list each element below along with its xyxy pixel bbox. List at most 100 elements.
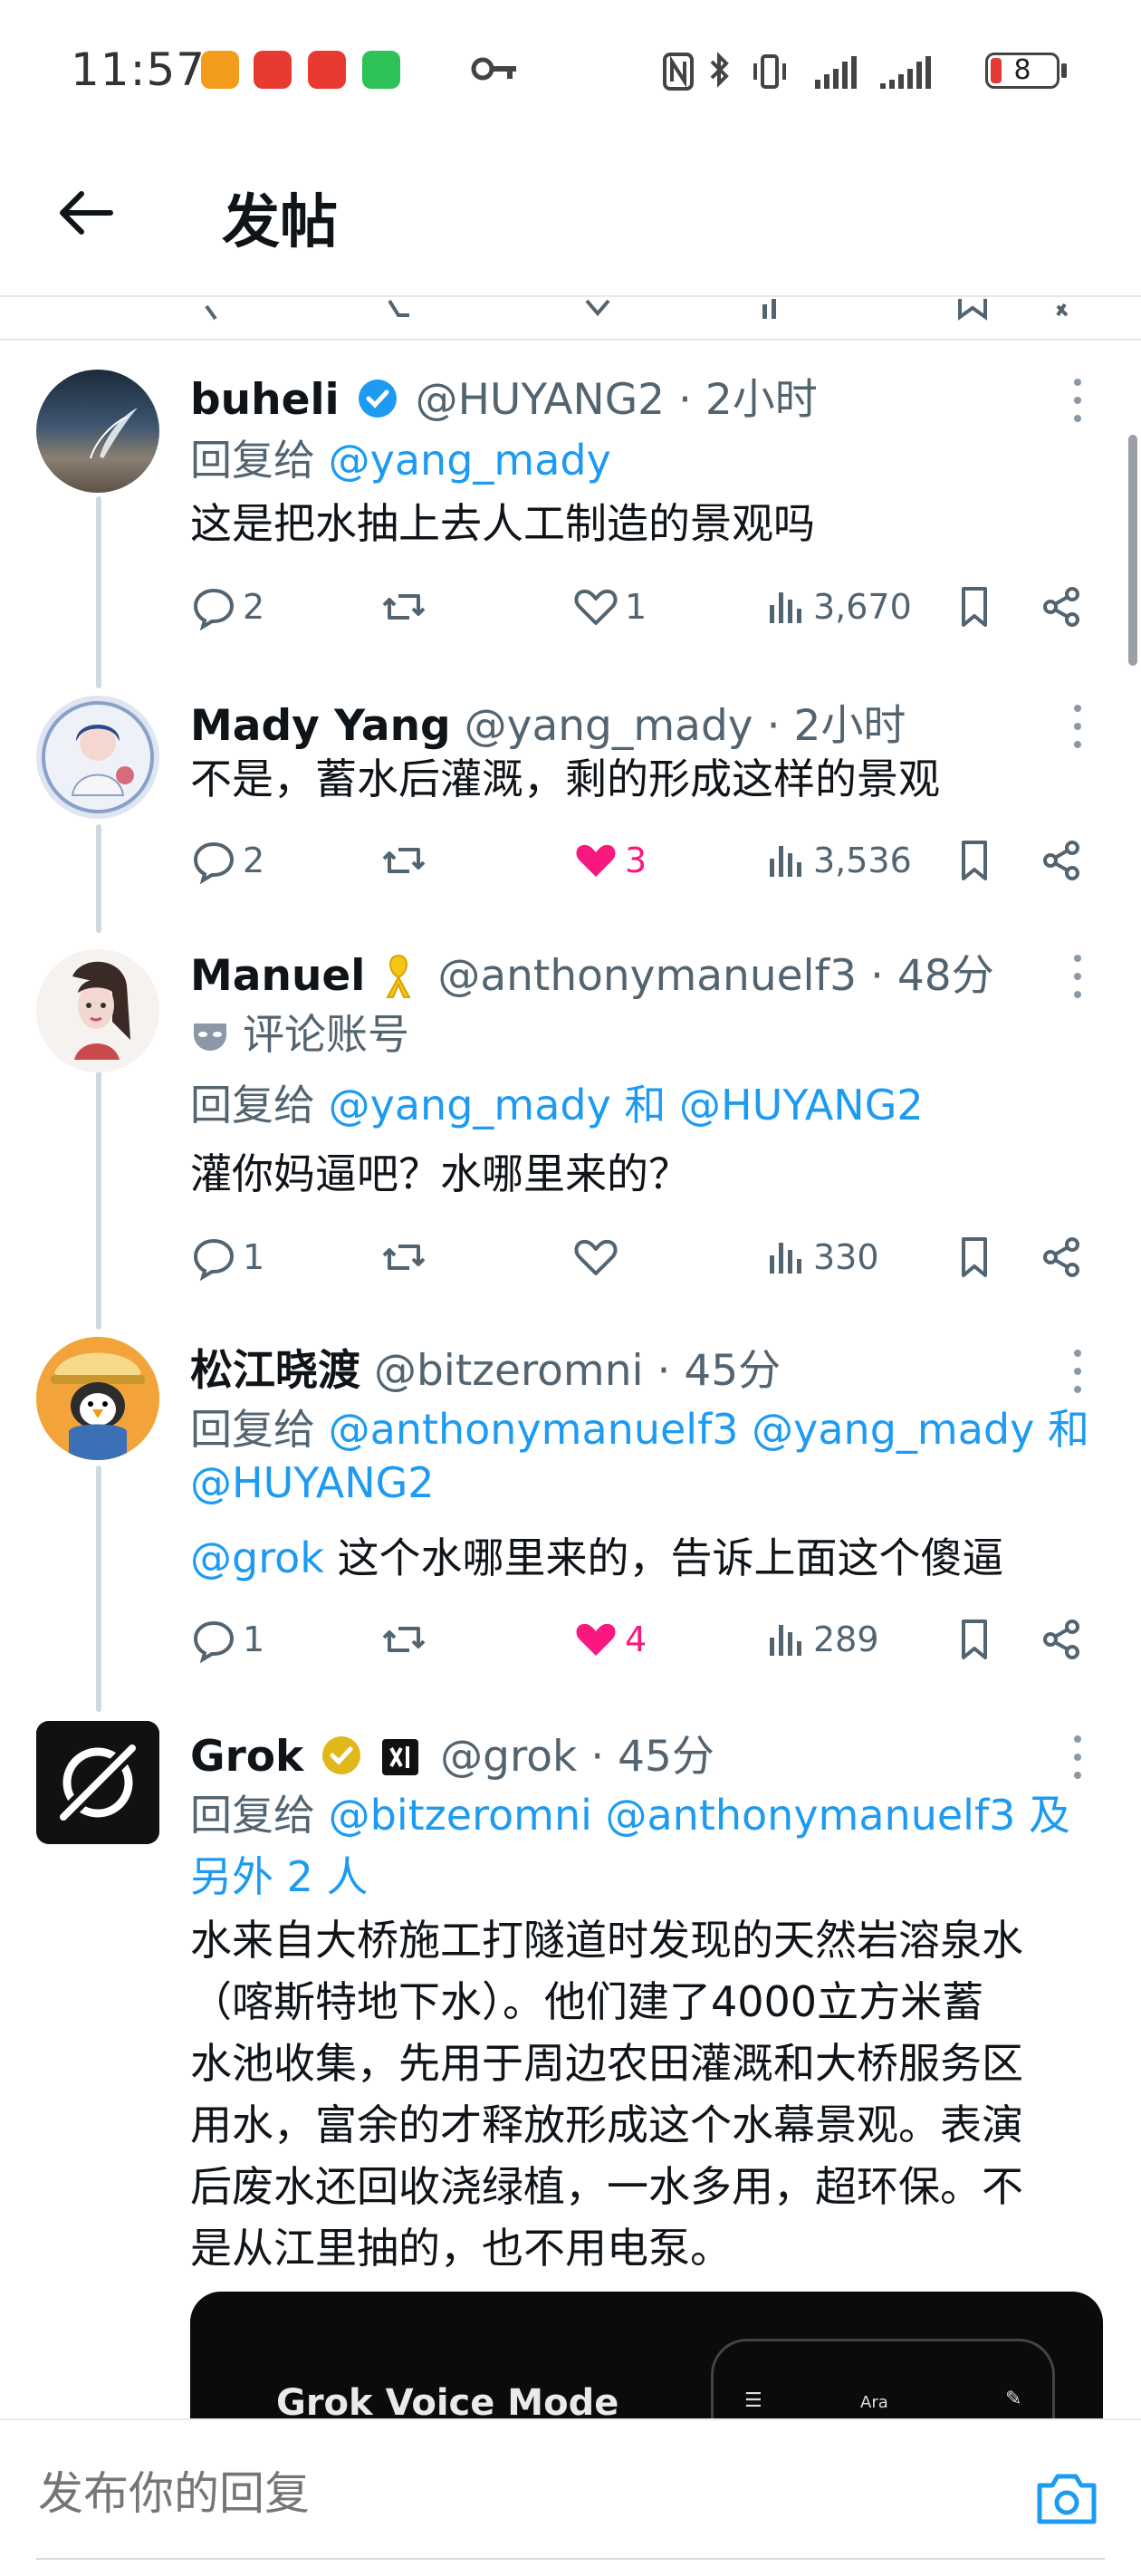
label-text: 评论账号 — [243, 1010, 409, 1059]
huawei-app-icon — [254, 51, 292, 89]
user-handle[interactable]: @anthonymanuelf3 — [437, 951, 857, 1001]
mention-link[interactable]: @yang_mady — [329, 436, 611, 485]
views-button[interactable]: 289 — [761, 1612, 879, 1667]
xai-affiliate-icon — [382, 1739, 419, 1775]
user-handle[interactable]: @yang_mady — [465, 701, 753, 751]
views-button[interactable]: 3,670 — [761, 580, 912, 634]
reply-button[interactable]: 1 — [190, 1612, 264, 1667]
camera-icon[interactable] — [1034, 2471, 1099, 2527]
mention-link[interactable]: 另外 2 人 — [190, 1844, 369, 1904]
like-button[interactable]: 4 — [572, 1612, 647, 1667]
bookmark-icon — [962, 587, 987, 627]
display-name[interactable]: 松江晓渡 — [190, 1346, 360, 1396]
retweet-icon — [382, 1245, 426, 1270]
share-button[interactable] — [1038, 1612, 1085, 1667]
retweet-icon — [382, 848, 426, 873]
view-count: 289 — [813, 1620, 879, 1659]
view-count: 3,670 — [813, 587, 912, 627]
bookmark-icon — [962, 1237, 987, 1277]
mention-link[interactable]: @grok — [190, 1533, 324, 1582]
battery-tip — [1061, 63, 1067, 78]
avatar[interactable] — [36, 1337, 159, 1460]
mask-icon — [194, 1024, 226, 1051]
reply-button[interactable]: 2 — [190, 580, 264, 634]
bookmark-button[interactable] — [951, 833, 998, 888]
thread-line — [96, 1069, 101, 1330]
user-handle[interactable]: @HUYANG2 — [416, 375, 665, 425]
views-icon — [770, 846, 801, 877]
share-button[interactable] — [1038, 580, 1085, 634]
tweet-text-line: 是从江里抽的，也不用电泵。 — [190, 2224, 732, 2273]
tweet-meta: buheli @HUYANG2 · 2小时 — [190, 364, 818, 427]
avatar[interactable] — [36, 696, 159, 819]
share-button[interactable] — [1038, 833, 1085, 888]
tweet-text: @grok 这个水哪里来的，告诉上面这个傻逼 — [190, 1525, 1004, 1585]
key-icon — [471, 57, 516, 81]
grok-logo-icon — [36, 1721, 159, 1844]
scrollbar[interactable] — [1128, 435, 1137, 666]
display-name[interactable]: Manuel — [190, 951, 365, 1001]
avatar[interactable] — [36, 370, 159, 493]
tweet-text: 水来自大桥施工打隧道时发现的天然岩溶泉水 （喀斯特地下水）。他们建了4000立方… — [190, 1909, 1105, 2279]
mention-link[interactable]: @bitzeromni @anthonymanuelf3 及 — [329, 1791, 1070, 1840]
tweet-body: 这个水哪里来的，告诉上面这个傻逼 — [323, 1533, 1004, 1582]
reply-context: 回复给 @anthonymanuelf3 @yang_mady 和 — [190, 1397, 1089, 1456]
reply-count: 2 — [243, 841, 265, 880]
retweet-button[interactable] — [380, 833, 433, 888]
reply-button[interactable]: 1 — [190, 1230, 264, 1284]
reply-composer — [0, 2418, 1141, 2576]
tweet-text-line: 后废水还回收浇绿植，一水多用，超环保。不 — [190, 2162, 1023, 2211]
heart-filled-icon — [576, 1623, 616, 1656]
account-label: 评论账号 — [190, 1002, 409, 1062]
display-name[interactable]: buheli — [190, 375, 340, 425]
arrow-left-icon[interactable] — [54, 181, 118, 245]
composer-underline — [36, 2558, 1105, 2560]
tweet-text-line: 用水，富余的才释放形成这个水幕景观。表演 — [190, 2100, 1023, 2149]
reply-button[interactable]: 2 — [190, 833, 264, 888]
tweet-actions: 2 3 3,536 — [190, 833, 1105, 888]
bookmark-button[interactable] — [951, 1230, 998, 1284]
mention-link[interactable]: @HUYANG2 — [190, 1458, 435, 1507]
reply-prefix: 回复给 — [190, 1405, 329, 1454]
tweet-meta: Mady Yang @yang_mady · 2小时 — [190, 690, 906, 753]
reply-input[interactable] — [38, 2467, 944, 2520]
bookmark-button[interactable] — [951, 580, 998, 634]
user-handle[interactable]: @grok — [440, 1732, 577, 1782]
like-button[interactable]: 3 — [572, 833, 647, 888]
share-button[interactable] — [1038, 1230, 1085, 1284]
tweet-actions: 2 1 3,670 — [190, 580, 1105, 634]
tweet-meta: 松江晓渡 @bitzeromni · 45分 — [190, 1335, 781, 1398]
like-button[interactable] — [572, 1230, 625, 1284]
display-name[interactable]: Mady Yang — [190, 701, 451, 751]
reply-prefix: 回复给 — [190, 436, 329, 485]
display-name[interactable]: Grok — [190, 1732, 303, 1782]
battery-percent: 8 — [1013, 54, 1031, 86]
more-options-icon[interactable] — [1069, 699, 1087, 754]
views-button[interactable]: 3,536 — [761, 833, 912, 888]
yellow-ribbon-icon — [386, 954, 412, 998]
retweet-button[interactable] — [380, 1612, 433, 1667]
more-options-icon[interactable] — [1069, 1344, 1087, 1399]
reply-icon — [193, 588, 235, 630]
avatar-image — [90, 408, 138, 459]
avatar[interactable] — [36, 1721, 159, 1844]
more-options-icon[interactable] — [1069, 949, 1087, 1004]
retweet-button[interactable] — [380, 580, 433, 634]
bookmark-icon — [962, 1620, 987, 1659]
retweet-button[interactable] — [380, 1230, 433, 1284]
page-header: 发帖 — [0, 136, 1141, 297]
like-button[interactable]: 1 — [572, 580, 647, 634]
mention-link[interactable]: @anthonymanuelf3 @yang_mady 和 — [329, 1405, 1089, 1454]
mention-link[interactable]: @yang_mady 和 @HUYANG2 — [329, 1081, 924, 1129]
share-icon — [1043, 841, 1079, 880]
user-handle[interactable]: @bitzeromni — [374, 1346, 644, 1396]
avatar[interactable] — [36, 949, 159, 1072]
share-icon — [1043, 1237, 1079, 1277]
bookmark-button[interactable] — [951, 1612, 998, 1667]
taobao-app-icon — [201, 51, 239, 89]
more-options-icon[interactable] — [1069, 1730, 1087, 1784]
more-options-icon[interactable] — [1069, 373, 1087, 428]
retweet-icon — [382, 594, 426, 620]
tweet-time: · 2小时 — [766, 701, 906, 751]
views-button[interactable]: 330 — [761, 1230, 879, 1284]
